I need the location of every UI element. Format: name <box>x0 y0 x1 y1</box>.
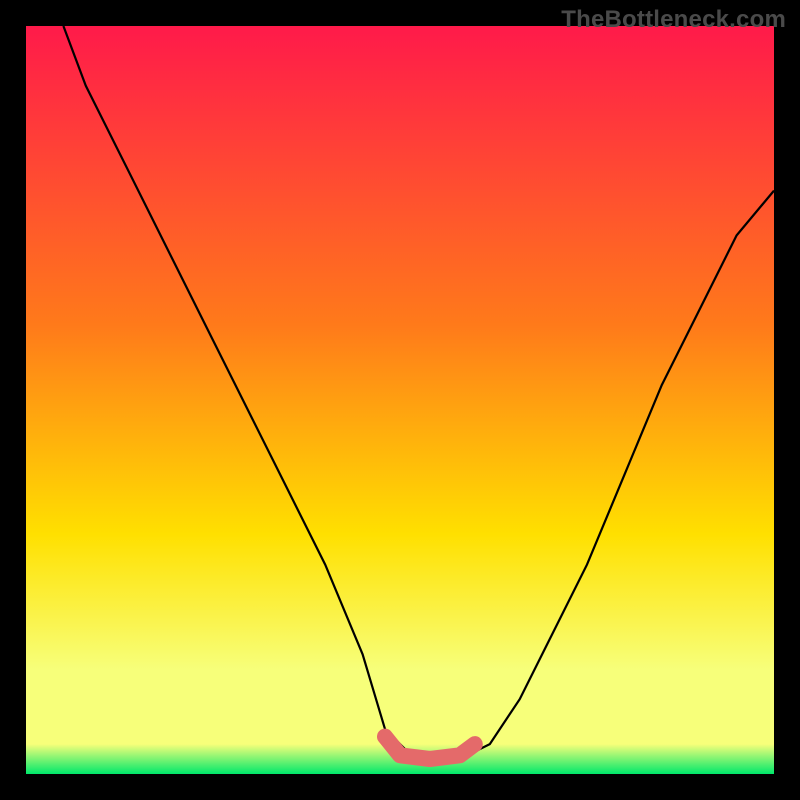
chart-background <box>26 26 774 774</box>
chart-area <box>26 26 774 774</box>
app-frame: TheBottleneck.com <box>0 0 800 800</box>
bottleneck-chart <box>26 26 774 774</box>
watermark-text: TheBottleneck.com <box>561 6 786 34</box>
